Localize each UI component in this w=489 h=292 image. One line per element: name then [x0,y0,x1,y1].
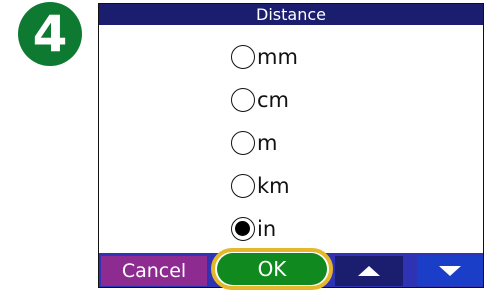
radio-button-icon[interactable] [231,173,255,198]
triangle-down-icon [439,266,461,276]
option-label: cm [257,87,290,112]
button-bar: Cancel OK [99,248,483,290]
option-label: mm [257,44,298,69]
step-number-badge: 4 [18,2,82,66]
triangle-up-icon [358,266,380,276]
device-screen: Distance mm cm m km in Cancel OK [98,3,484,290]
option-in[interactable]: in [231,207,391,250]
option-label: in [257,216,277,241]
scroll-up-button[interactable] [335,256,403,286]
radio-button-icon[interactable] [231,130,255,155]
distance-options-list: mm cm m km in [231,35,391,250]
radio-button-selected-icon[interactable] [231,216,255,241]
scroll-down-button[interactable] [417,256,483,286]
cancel-button[interactable]: Cancel [101,256,207,286]
option-mm[interactable]: mm [231,35,391,78]
dialog-title: Distance [99,4,483,25]
radio-button-icon[interactable] [231,44,255,69]
option-label: km [257,173,290,198]
option-m[interactable]: m [231,121,391,164]
option-km[interactable]: km [231,164,391,207]
option-cm[interactable]: cm [231,78,391,121]
option-label: m [257,130,278,155]
ok-button[interactable]: OK [217,253,327,285]
radio-button-icon[interactable] [231,87,255,112]
